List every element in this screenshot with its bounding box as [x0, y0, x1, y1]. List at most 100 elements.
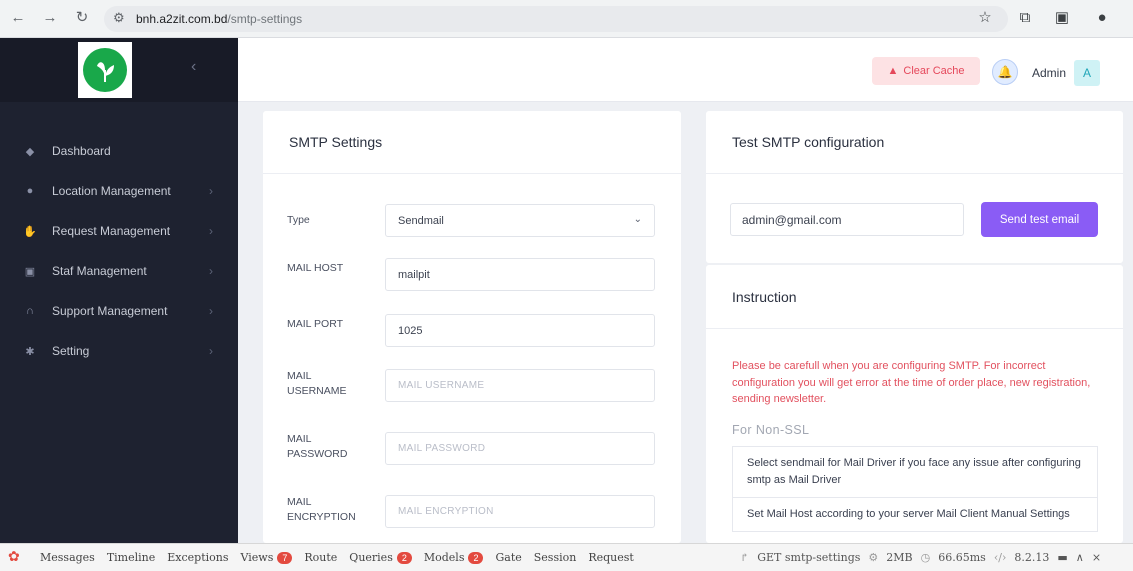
sidebar-item-setting[interactable]: ✱ Setting › [0, 331, 238, 371]
mail-port-label: MAIL PORT [287, 318, 344, 330]
debug-tab-timeline[interactable]: Timeline [107, 551, 155, 564]
debugbar-logo-icon[interactable]: ✿ [8, 549, 20, 565]
test-email-value: admin@gmail.com [742, 212, 842, 227]
debug-tab-session[interactable]: Session [534, 551, 577, 564]
mail-type-select[interactable]: Sendmail ⌄ [385, 204, 655, 237]
chevron-right-icon: › [209, 224, 213, 238]
top-header: ▲ Clear Cache 🔔 Admin A [238, 38, 1133, 102]
clear-cache-button[interactable]: ▲ Clear Cache [872, 57, 980, 85]
mail-username-input[interactable]: MAIL USERNAME [385, 369, 655, 402]
count-badge: 2 [396, 551, 412, 564]
sidebar-item-location-management[interactable]: ● Location Management › [0, 171, 238, 211]
folder-icon[interactable]: ▬ [1057, 551, 1067, 564]
sidebar-icon[interactable]: ▣ [1052, 8, 1072, 28]
mail-username-placeholder: MAIL USERNAME [398, 380, 485, 391]
request-time[interactable]: 66.65ms [938, 551, 986, 564]
sidebar: ‹ ◆ Dashboard ● Location Management › ✋ … [0, 38, 238, 543]
debug-tab-views[interactable]: Views 7 [241, 551, 293, 564]
sidebar-item-dashboard[interactable]: ◆ Dashboard [0, 131, 238, 171]
id-card-icon: ▣ [24, 265, 36, 278]
url-host: bnh.a2zit.com.bd [136, 12, 228, 26]
debugbar: ✿ Messages Timeline Exceptions Views 7 Ro… [0, 543, 1133, 571]
label-line: ENCRYPTION [287, 511, 356, 523]
smtp-warning-text: Please be carefull when you are configur… [732, 360, 1091, 405]
label-line: MAIL [287, 433, 312, 445]
debugbar-tabs: Messages Timeline Exceptions Views 7 Rout… [40, 551, 634, 564]
mail-port-value: 1025 [398, 324, 423, 337]
debug-tab-gate[interactable]: Gate [495, 551, 521, 564]
mail-password-input[interactable]: MAIL PASSWORD [385, 432, 655, 465]
instruction-card: Instruction Please be carefull when you … [706, 265, 1123, 543]
chevron-down-icon: ⌄ [633, 214, 642, 225]
sidebar-item-support-management[interactable]: ∩ Support Management › [0, 291, 238, 331]
tab-label: Request [588, 551, 634, 564]
broom-icon: ▲ [887, 65, 899, 77]
route-info[interactable]: GET smtp-settings [757, 551, 860, 564]
debug-tab-queries[interactable]: Queries 2 [349, 551, 412, 564]
debug-tab-messages[interactable]: Messages [40, 551, 95, 564]
tab-label: Queries [349, 551, 393, 564]
count-badge: 7 [277, 551, 293, 564]
label-line: MAIL [287, 370, 312, 382]
mail-username-label: MAIL USERNAME [287, 369, 347, 399]
extensions-icon[interactable]: ⧉ [1015, 8, 1035, 28]
mail-host-input[interactable]: mailpit [385, 258, 655, 291]
sidebar-brand: ‹ [0, 38, 238, 102]
bookmark-star-icon[interactable]: ☆ [975, 8, 995, 28]
send-test-email-button[interactable]: Send test email [981, 202, 1098, 237]
sidebar-item-label: Staf Management [52, 264, 147, 278]
handshake-icon: ✋ [23, 225, 37, 238]
list-item: Select sendmail for Mail Driver if you f… [732, 446, 1098, 498]
debug-tab-route[interactable]: Route [304, 551, 337, 564]
site-settings-icon[interactable]: ⚙ [113, 10, 125, 26]
notification-bell-icon[interactable]: 🔔 [992, 59, 1018, 85]
forward-icon[interactable]: → [40, 8, 60, 28]
debug-tab-request[interactable]: Request [588, 551, 634, 564]
mail-host-label: MAIL HOST [287, 262, 344, 274]
close-icon[interactable]: × [1092, 551, 1101, 564]
smtp-settings-title: SMTP Settings [263, 111, 681, 174]
smtp-settings-card: SMTP Settings Type Sendmail ⌄ MAIL HOST … [263, 111, 681, 543]
sidebar-item-label: Setting [52, 344, 90, 358]
gear-icon: ✱ [25, 345, 35, 358]
php-version[interactable]: 8.2.13 [1014, 551, 1049, 564]
url-path: /smtp-settings [227, 12, 303, 26]
label-line: USERNAME [287, 385, 347, 397]
debugbar-stats: ↱ GET smtp-settings ⚙ 2MB ◷ 66.65ms ‹/› … [740, 551, 1101, 564]
memory-usage[interactable]: 2MB [886, 551, 912, 564]
sidebar-item-request-management[interactable]: ✋ Request Management › [0, 211, 238, 251]
share-icon: ↱ [740, 551, 750, 564]
mail-port-input[interactable]: 1025 [385, 314, 655, 347]
reload-icon[interactable]: ↻ [72, 8, 92, 28]
sidebar-item-label: Request Management [52, 224, 171, 238]
admin-name[interactable]: Admin [1032, 66, 1066, 80]
sidebar-item-staf-management[interactable]: ▣ Staf Management › [0, 251, 238, 291]
test-email-input[interactable]: admin@gmail.com [730, 203, 964, 236]
profile-icon[interactable]: ● [1092, 8, 1112, 28]
count-badge: 2 [468, 551, 484, 564]
debug-tab-exceptions[interactable]: Exceptions [167, 551, 228, 564]
sidebar-item-label: Dashboard [52, 144, 111, 158]
tab-label: Views [240, 551, 274, 564]
chevron-right-icon: › [209, 264, 213, 278]
tab-label: Timeline [106, 551, 156, 564]
test-smtp-card: Test SMTP configuration admin@gmail.com … [706, 111, 1123, 263]
back-icon[interactable]: ← [8, 8, 28, 28]
chevron-up-icon[interactable]: ∧ [1076, 551, 1084, 564]
mail-password-placeholder: MAIL PASSWORD [398, 443, 486, 454]
app-logo[interactable] [78, 42, 132, 98]
sidebar-menu: ◆ Dashboard ● Location Management › ✋ Re… [0, 131, 238, 371]
mail-encryption-label: MAIL ENCRYPTION [287, 495, 356, 525]
address-bar[interactable]: ⚙ bnh.a2zit.com.bd/smtp-settings [104, 6, 1008, 32]
mail-encryption-input[interactable]: MAIL ENCRYPTION [385, 495, 655, 528]
tab-label: Gate [495, 551, 522, 564]
tab-label: Route [304, 551, 338, 564]
tab-label: Exceptions [167, 551, 229, 564]
label-line: MAIL [287, 496, 312, 508]
instruction-title: Instruction [706, 265, 1123, 329]
avatar[interactable]: A [1074, 60, 1100, 86]
mail-type-value: Sendmail [398, 214, 444, 227]
sidebar-item-label: Location Management [52, 184, 171, 198]
debug-tab-models[interactable]: Models 2 [424, 551, 484, 564]
sidebar-collapse-icon[interactable]: ‹ [191, 58, 196, 76]
